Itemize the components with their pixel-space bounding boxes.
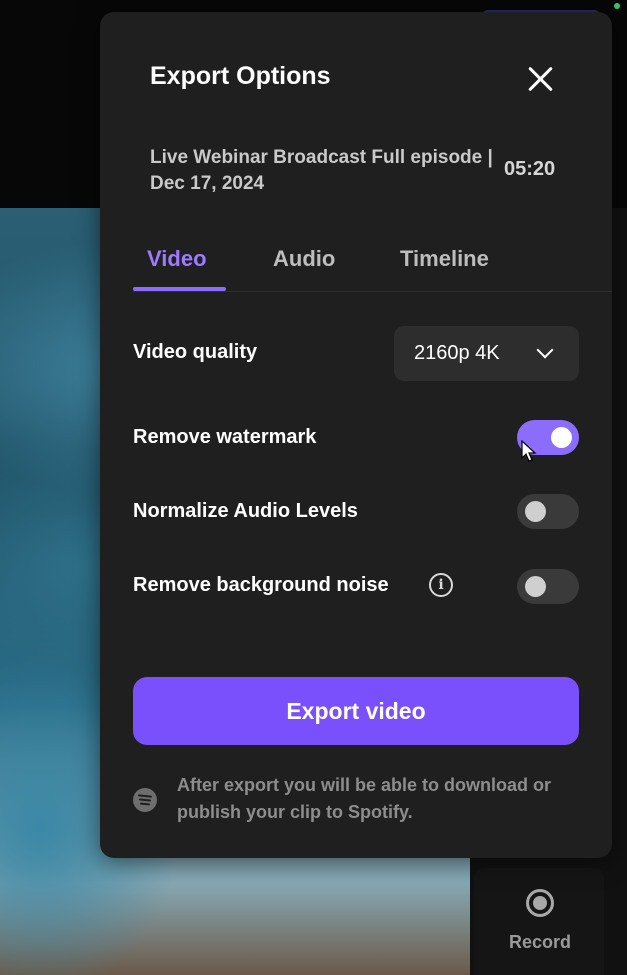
normalize-audio-toggle[interactable] [517, 494, 579, 529]
episode-title: Live Webinar Broadcast Full episode | De… [150, 147, 493, 194]
dialog-title: Export Options [150, 62, 331, 90]
close-icon[interactable] [524, 62, 558, 96]
info-icon[interactable]: i [429, 573, 453, 597]
video-quality-select[interactable]: 2160p 4K [394, 326, 579, 381]
export-options-dialog: Export Options Live Webinar Broadcast Fu… [100, 12, 612, 858]
toggle-knob [525, 501, 546, 522]
export-info-text: After export you will be able to downloa… [177, 775, 552, 822]
status-dot [614, 3, 620, 9]
spotify-icon [133, 788, 157, 812]
video-quality-value: 2160p 4K [414, 342, 500, 364]
active-tab-indicator [133, 287, 226, 291]
remove-noise-label: Remove background noise [133, 574, 389, 596]
record-label: Record [508, 932, 571, 952]
toggle-knob [525, 576, 546, 597]
video-quality-label: Video quality [133, 341, 258, 363]
toggle-knob [551, 427, 572, 448]
normalize-audio-label: Normalize Audio Levels [133, 500, 358, 522]
export-video-button[interactable]: Export video [133, 677, 579, 745]
remove-noise-toggle[interactable] [517, 569, 579, 604]
tab-video[interactable]: Video [147, 246, 207, 272]
remove-watermark-label: Remove watermark [133, 426, 317, 448]
episode-duration: 05:20 [504, 158, 556, 180]
record-button[interactable] [474, 868, 604, 975]
tab-timeline[interactable]: Timeline [400, 246, 489, 272]
chevron-down-icon [536, 341, 554, 359]
tab-bar: Video Audio Timeline [133, 242, 612, 292]
record-icon [526, 889, 554, 917]
tab-audio[interactable]: Audio [273, 246, 335, 272]
